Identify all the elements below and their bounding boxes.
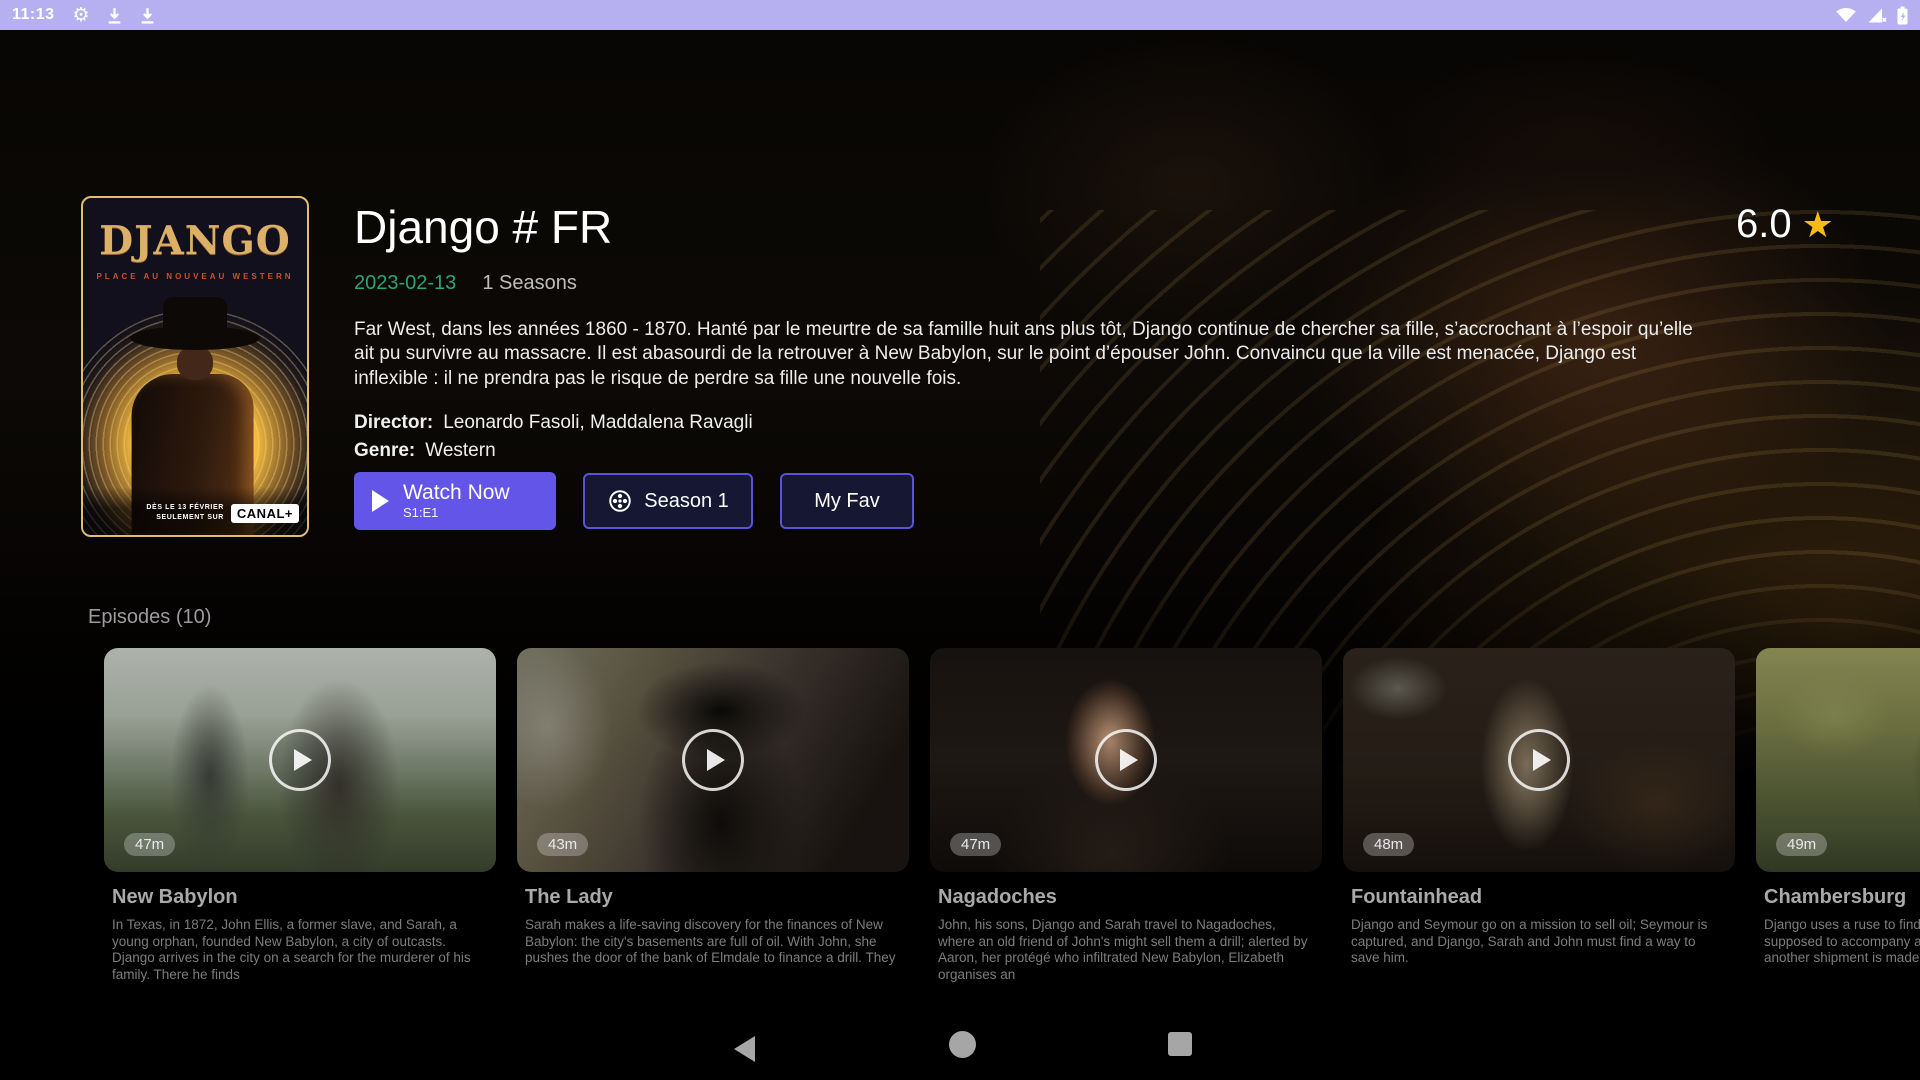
episodes-carousel[interactable]: 47m New Babylon In Texas, in 1872, John … [0,648,1920,988]
genre-row: Genre: Western [354,440,496,462]
rating-badge: 6.0 ★ [1736,202,1834,247]
poster-figure-face [177,346,213,380]
director-label: Director: [354,412,433,433]
action-buttons: Watch Now S1:E1 Season 1 My Fav [354,472,914,530]
clock: 11:13 [12,6,55,24]
poster-tagline: PLACE AU NOUVEAU WESTERN [83,272,307,281]
episode-card[interactable]: 49m Chambersburg Django uses a ruse to f… [1756,648,1920,967]
back-icon[interactable] [734,1036,755,1062]
episode-description: John, his sons, Django and Sarah travel … [938,917,1310,984]
series-poster: DJANGO PLACE AU NOUVEAU WESTERN DÈS LE 1… [81,196,309,537]
season-label: Season 1 [644,490,729,513]
season-selector-button[interactable]: Season 1 [583,473,753,529]
watch-now-label: Watch Now [403,481,510,504]
episode-thumbnail[interactable]: 48m [1343,648,1735,872]
play-icon[interactable] [1508,729,1570,791]
episode-card[interactable]: 47m New Babylon In Texas, in 1872, John … [104,648,496,984]
duration-badge: 49m [1776,833,1827,856]
watch-now-button[interactable]: Watch Now S1:E1 [354,472,556,530]
episode-card[interactable]: 43m The Lady Sarah makes a life-saving d… [517,648,909,967]
play-icon [372,490,389,512]
my-fav-label: My Fav [814,490,880,513]
canal-plus-logo: CANAL+ [231,504,299,523]
episode-description: Django and Seymour go on a mission to se… [1351,917,1723,967]
poster-title: DJANGO [83,218,307,264]
page-title: Django # FR [354,200,612,254]
watch-now-episode: S1:E1 [403,506,510,520]
my-fav-button[interactable]: My Fav [780,473,914,529]
episode-thumbnail[interactable]: 47m [104,648,496,872]
episode-thumbnail[interactable]: 49m [1756,648,1920,872]
episode-title: Fountainhead [1351,886,1735,909]
poster-promo-line1: DÈS LE 13 FÉVRIER [146,503,224,513]
seasons-count: 1 Seasons [482,272,577,295]
poster-footer: DÈS LE 13 FÉVRIER SEULEMENT SUR CANAL+ [83,487,307,535]
episode-card[interactable]: 47m Nagadoches John, his sons, Django an… [930,648,1322,984]
wifi-icon [1835,6,1857,24]
recents-icon[interactable] [1168,1032,1192,1056]
director-row: Director: Leonardo Fasoli, Maddalena Rava… [354,412,753,434]
duration-badge: 43m [537,833,588,856]
film-reel-icon [607,488,633,514]
duration-badge: 47m [124,833,175,856]
status-bar: 11:13 ⚙ [0,0,1920,30]
poster-hat-brim [130,326,260,350]
episode-description: Django uses a ruse to find o supposed to… [1764,917,1920,967]
series-description: Far West, dans les années 1860 - 1870. H… [354,318,1694,391]
release-date: 2023-02-13 [354,272,456,295]
episode-thumbnail[interactable]: 47m [930,648,1322,872]
director-value: Leonardo Fasoli, Maddalena Ravagli [443,412,752,433]
download-icon [106,7,123,24]
episode-card[interactable]: 48m Fountainhead Django and Seymour go o… [1343,648,1735,967]
star-icon: ★ [1802,207,1834,243]
episode-title: New Babylon [112,886,496,909]
battery-charging-icon [1897,6,1908,25]
episode-title: Chambersburg [1764,886,1920,909]
download-icon [139,7,156,24]
poster-promo-line2: SEULEMENT SUR [146,513,224,523]
episode-title: Nagadoches [938,886,1322,909]
hero-meta: 2023-02-13 1 Seasons [354,272,577,295]
signal-no-internet-icon [1867,6,1887,24]
android-navigation-bar [0,1018,1920,1080]
episode-description: In Texas, in 1872, John Ellis, a former … [112,917,484,984]
play-icon[interactable] [682,729,744,791]
rating-value: 6.0 [1736,202,1792,247]
genre-label: Genre: [354,440,415,461]
episode-title: The Lady [525,886,909,909]
duration-badge: 48m [1363,833,1414,856]
play-icon[interactable] [269,729,331,791]
episode-thumbnail[interactable]: 43m [517,648,909,872]
play-icon[interactable] [1095,729,1157,791]
episodes-heading: Episodes (10) [88,606,211,629]
genre-value: Western [425,440,495,461]
gear-icon: ⚙ [73,6,90,25]
home-icon[interactable] [949,1031,976,1058]
duration-badge: 47m [950,833,1001,856]
episode-description: Sarah makes a life-saving discovery for … [525,917,897,967]
